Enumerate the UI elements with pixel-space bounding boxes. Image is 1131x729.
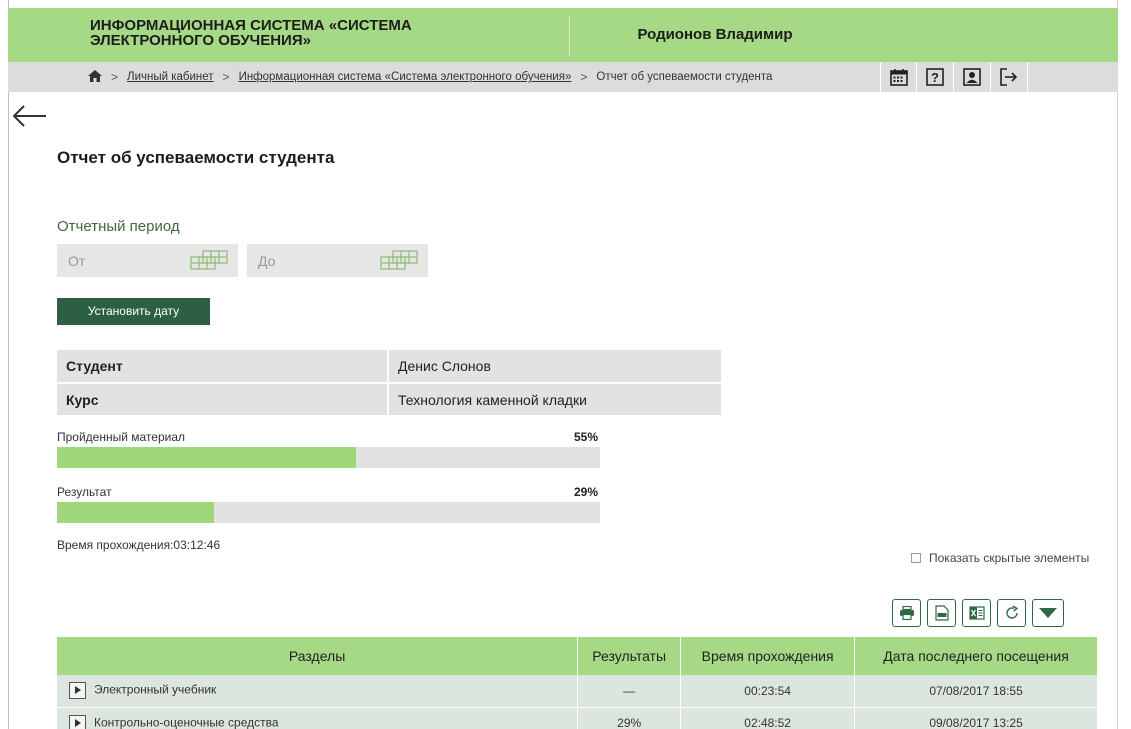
- show-hidden-label: Показать скрытые элементы: [929, 551, 1090, 565]
- excel-export-button[interactable]: [962, 599, 991, 627]
- section-date: 09/08/2017 13:25: [854, 707, 1098, 729]
- sections-table: Разделы Результаты Время прохождения Дат…: [57, 637, 1098, 729]
- header-bar: ИНФОРМАЦИОННАЯ СИСТЕМА «СИСТЕМА ЭЛЕКТРОН…: [8, 8, 1118, 62]
- material-progress-bar: [57, 447, 600, 468]
- section-result: —: [577, 675, 682, 708]
- triangle-down-icon: [1039, 608, 1057, 618]
- profile-button[interactable]: [954, 62, 991, 92]
- print-icon: [899, 606, 914, 620]
- back-button[interactable]: [12, 104, 48, 128]
- column-header-sections[interactable]: Разделы: [57, 637, 579, 675]
- pdf-icon: [934, 605, 949, 621]
- section-time: 02:48:52: [680, 707, 856, 729]
- student-value: Денис Слонов: [388, 350, 721, 384]
- breadcrumb-separator: >: [580, 70, 588, 84]
- breadcrumb-personal-cabinet[interactable]: Личный кабинет: [127, 71, 214, 83]
- help-button[interactable]: ?: [917, 62, 954, 92]
- course-row: Курс Технология каменной кладки: [57, 383, 721, 417]
- breadcrumb-separator: >: [111, 70, 119, 84]
- column-header-results[interactable]: Результаты: [577, 637, 682, 675]
- period-label: Отчетный период: [57, 218, 180, 235]
- calendar-grid-icon: [190, 250, 228, 270]
- student-info-table: Студент Денис Слонов Курс Технология кам…: [57, 350, 721, 417]
- calendar-grid-icon: [380, 250, 418, 270]
- logout-icon: [1000, 68, 1018, 86]
- show-hidden-checkbox[interactable]: Показать скрытые элементы: [911, 551, 1089, 565]
- date-to-placeholder: До: [258, 253, 276, 269]
- pdf-export-button[interactable]: [927, 599, 956, 627]
- column-header-time[interactable]: Время прохождения: [680, 637, 856, 675]
- breadcrumb-bar: > Личный кабинет > Информационная систем…: [8, 62, 1118, 92]
- home-icon[interactable]: [88, 69, 102, 85]
- time-spent: Время прохождения:03:12:46: [57, 538, 221, 552]
- section-result: 29%: [577, 707, 682, 729]
- table-row[interactable]: Контрольно-оценочные средства 29% 02:48:…: [57, 707, 1098, 729]
- right-border-line: [1117, 0, 1118, 729]
- left-border-line: [8, 0, 9, 729]
- section-date: 07/08/2017 18:55: [854, 675, 1098, 708]
- result-progress-bar: [57, 502, 600, 523]
- breadcrumb-separator: >: [222, 70, 230, 84]
- profile-icon: [963, 68, 981, 86]
- help-glyph: ?: [931, 69, 939, 85]
- refresh-icon: [1005, 605, 1018, 619]
- calendar-icon: [889, 69, 908, 86]
- date-from-field[interactable]: От: [57, 244, 238, 277]
- date-from-placeholder: От: [68, 253, 86, 269]
- result-progress-fill: [57, 502, 215, 523]
- result-progress-value: 29%: [573, 485, 598, 499]
- column-header-last-visit[interactable]: Дата последнего посещения: [854, 637, 1098, 675]
- breadcrumb-info-system[interactable]: Информационная система «Система электрон…: [239, 71, 572, 83]
- student-row: Студент Денис Слонов: [57, 350, 721, 384]
- section-time: 00:23:54: [680, 675, 856, 708]
- header-divider: [569, 16, 570, 56]
- logout-button[interactable]: [991, 62, 1028, 92]
- arrow-left-icon: [12, 105, 46, 127]
- expand-arrow-icon[interactable]: [69, 714, 86, 729]
- breadcrumb: > Личный кабинет > Информационная систем…: [88, 62, 772, 92]
- set-date-button[interactable]: Установить дату: [57, 298, 210, 325]
- export-toolbar: [892, 599, 1070, 627]
- section-name: Электронный учебник: [94, 682, 217, 697]
- calendar-button[interactable]: [880, 62, 917, 92]
- app-title: ИНФОРМАЦИОННАЯ СИСТЕМА «СИСТЕМА ЭЛЕКТРОН…: [90, 17, 412, 49]
- refresh-button[interactable]: [997, 599, 1026, 627]
- page-title: Отчет об успеваемости студента: [57, 148, 335, 167]
- result-progress-label: Результат: [57, 485, 112, 499]
- more-options-dropdown[interactable]: [1032, 599, 1064, 627]
- user-name[interactable]: Родионов Владимир: [575, 8, 855, 62]
- expand-arrow-icon[interactable]: [69, 682, 86, 700]
- breadcrumb-current: Отчет об успеваемости студента: [596, 71, 773, 83]
- material-progress-value: 55%: [573, 430, 598, 444]
- table-header-row: Разделы Результаты Время прохождения Дат…: [57, 637, 1098, 675]
- checkbox-box[interactable]: [911, 553, 921, 563]
- excel-icon: [968, 606, 985, 620]
- material-progress-fill: [57, 447, 356, 468]
- material-progress-label: Пройденный материал: [57, 430, 186, 444]
- student-key: Студент: [57, 350, 389, 384]
- course-value: Технология каменной кладки: [388, 383, 721, 417]
- section-name-cell: Контрольно-оценочные средства: [57, 707, 579, 729]
- top-toolbar: ?: [880, 62, 1028, 92]
- course-key: Курс: [57, 383, 389, 417]
- date-to-field[interactable]: До: [247, 244, 428, 277]
- table-row[interactable]: Электронный учебник — 00:23:54 07/08/201…: [57, 675, 1098, 708]
- print-button[interactable]: [892, 599, 921, 627]
- section-name: Контрольно-оценочные средства: [94, 715, 279, 729]
- section-name-cell: Электронный учебник: [57, 675, 579, 708]
